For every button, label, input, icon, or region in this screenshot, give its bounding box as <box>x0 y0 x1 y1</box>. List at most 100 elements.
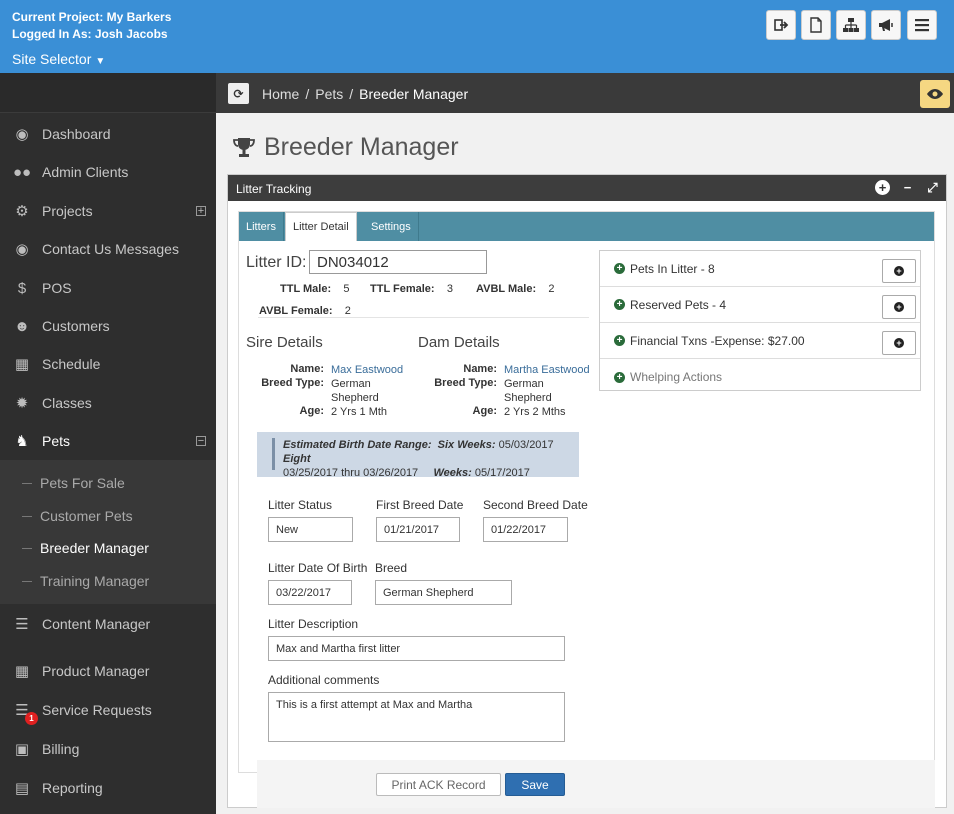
document-button[interactable] <box>801 10 831 40</box>
six-weeks-value: 05/03/2017 <box>498 439 554 451</box>
eye-icon <box>927 89 943 99</box>
sire-age-value: 2 Yrs 1 Mth <box>331 406 388 418</box>
pets-in-litter-label: Pets In Litter - 8 <box>630 261 715 276</box>
paw-icon: ♞ <box>15 433 29 450</box>
barcode-icon: ▦ <box>14 663 30 680</box>
sidebar-item-dashboard[interactable]: ◉ Dashboard <box>0 115 216 153</box>
add-reserved-button[interactable]: + <box>882 295 916 319</box>
hamburger-icon <box>915 19 929 32</box>
tab-settings[interactable]: Settings <box>364 212 419 241</box>
notice-line-2: 03/25/2017 thru 03/26/2017 Weeks: 05/17/… <box>283 466 569 480</box>
logout-button[interactable] <box>766 10 796 40</box>
sidebar-item-label: Billing <box>42 741 80 757</box>
whelping-actions-row[interactable]: + Whelping Actions <box>600 359 920 395</box>
add-transaction-button[interactable]: + <box>882 331 916 355</box>
expand-icon[interactable]: + <box>196 206 206 217</box>
additional-comments-textarea[interactable]: This is a first attempt at Max and Marth… <box>268 692 565 742</box>
sidebar-item-billing[interactable]: ▣ Billing <box>0 730 216 768</box>
sidebar-item-pos[interactable]: $ POS <box>0 269 216 307</box>
refresh-button[interactable]: ⟳ <box>228 83 249 104</box>
sidebar-item-label: POS <box>42 280 72 296</box>
sidebar-item-product-manager[interactable]: ▦ Product Manager <box>0 652 216 690</box>
litter-dob-input[interactable]: 03/22/2017 <box>268 580 352 605</box>
litter-summary-accordion: + Pets In Litter - 8 + + Reserved Pets - 4… <box>599 250 921 391</box>
sire-name-link[interactable]: Max Eastwood <box>331 363 403 377</box>
sidebar-subitem-customer-pets[interactable]: Customer Pets <box>22 500 212 532</box>
sidebar-subitem-training-manager[interactable]: Training Manager <box>22 565 212 597</box>
sidebar-subitem-breeder-manager[interactable]: Breeder Manager <box>22 532 212 564</box>
breadcrumb-current: Breeder Manager <box>359 86 469 102</box>
panel-title: Litter Tracking <box>236 182 312 196</box>
ttl-female-value: 3 <box>446 283 453 295</box>
sidebar-item-label: Service Requests <box>42 702 152 718</box>
sidebar-subitem-pets-for-sale[interactable]: Pets For Sale <box>22 467 212 499</box>
financial-txns-row[interactable]: + Financial Txns -Expense: $27.00 + <box>600 323 920 359</box>
add-pet-button[interactable]: + <box>882 259 916 283</box>
ttl-female-label: TTL Female: <box>370 283 435 295</box>
collapse-icon[interactable]: − <box>196 436 206 447</box>
comments-icon: ◉ <box>15 241 29 258</box>
add-circle-icon[interactable]: + <box>875 180 890 195</box>
pets-in-litter-row[interactable]: + Pets In Litter - 8 + <box>600 251 920 287</box>
first-breed-date-input[interactable]: 01/21/2017 <box>376 517 460 542</box>
sidebar-item-content-manager[interactable]: ☰ Content Manager <box>0 605 216 643</box>
reserved-pets-row[interactable]: + Reserved Pets - 4 + <box>600 287 920 323</box>
eight-label: Eight <box>283 453 311 465</box>
first-breed-date-label: First Breed Date <box>376 498 464 512</box>
sidebar-item-projects[interactable]: ⚙ Projects + <box>0 192 216 230</box>
panel-tools: + − ⤢ <box>875 180 940 195</box>
dollar-icon: $ <box>17 279 27 297</box>
badge-icon: ✹ <box>15 395 29 412</box>
form-footer <box>257 760 935 808</box>
site-selector[interactable]: Site Selector ▼ <box>12 51 105 67</box>
sire-breed-value: German Shepherd <box>331 377 379 405</box>
expand-icon[interactable]: ⤢ <box>925 180 940 195</box>
breadcrumb-home[interactable]: Home <box>262 86 299 102</box>
minimize-icon[interactable]: − <box>900 180 915 195</box>
sidebar-item-schedule[interactable]: ▦ Schedule <box>0 345 216 383</box>
whelping-actions-label: Whelping Actions <box>630 370 723 384</box>
sidebar-item-reporting[interactable]: ▤ Reporting <box>0 769 216 807</box>
sidebar-item-contact-us[interactable]: ◉ Contact Us Messages <box>0 230 216 268</box>
breadcrumb: Home / Pets / Breeder Manager <box>262 86 468 102</box>
page-title: Breeder Manager <box>232 133 459 162</box>
tab-litters[interactable]: Litters <box>239 212 284 241</box>
add-circle-icon: + <box>894 338 904 348</box>
tree-line <box>22 547 32 549</box>
sitemap-button[interactable] <box>836 10 866 40</box>
avbl-female-value: 2 <box>344 305 351 317</box>
preview-button[interactable] <box>920 80 950 108</box>
sidebar-item-classes[interactable]: ✹ Classes <box>0 384 216 422</box>
breed-input[interactable]: German Shepherd <box>375 580 512 605</box>
breadcrumb-pets[interactable]: Pets <box>315 86 343 102</box>
sire-breed-line-1: German <box>331 378 371 390</box>
second-breed-date-input[interactable]: 01/22/2017 <box>483 517 568 542</box>
site-selector-label: Site Selector <box>12 51 92 67</box>
ttl-male-label: TTL Male: <box>280 283 332 295</box>
sire-details-title: Sire Details <box>246 334 323 351</box>
reserved-pets-label: Reserved Pets - 4 <box>630 297 727 312</box>
tab-litter-detail[interactable]: Litter Detail <box>285 212 357 241</box>
financial-txns-label: Financial Txns -Expense: $27.00 <box>630 333 805 348</box>
dam-name-link[interactable]: Martha Eastwood <box>504 363 590 377</box>
save-button[interactable]: Save <box>505 773 565 796</box>
announcements-button[interactable] <box>871 10 901 40</box>
dashboard-icon: ◉ <box>15 126 29 143</box>
sidebar-item-customers[interactable]: ☻ Customers <box>0 307 216 345</box>
avbl-female-label: AVBL Female: <box>259 305 333 317</box>
dam-breed-line-1: German <box>504 378 544 390</box>
menu-button[interactable] <box>907 10 937 40</box>
litter-status-input[interactable]: New <box>268 517 353 542</box>
second-breed-date-label: Second Breed Date <box>483 498 588 512</box>
print-ack-record-button[interactable]: Print ACK Record <box>376 773 501 796</box>
breed-label: Breed <box>375 561 408 575</box>
litter-id-input[interactable]: DN034012 <box>309 250 487 274</box>
sidebar-item-pets[interactable]: ♞ Pets − <box>0 422 216 460</box>
sidebar-item-admin-clients[interactable]: ●● Admin Clients <box>0 153 216 191</box>
litter-description-input[interactable]: Max and Martha first litter <box>268 636 565 661</box>
sidebar-subitem-label: Breeder Manager <box>40 540 149 556</box>
current-project: Current Project: My Barkers <box>12 10 172 24</box>
sidebar-item-label: Content Manager <box>42 616 151 632</box>
page-title-text: Breeder Manager <box>264 133 459 161</box>
megaphone-icon <box>879 19 893 31</box>
